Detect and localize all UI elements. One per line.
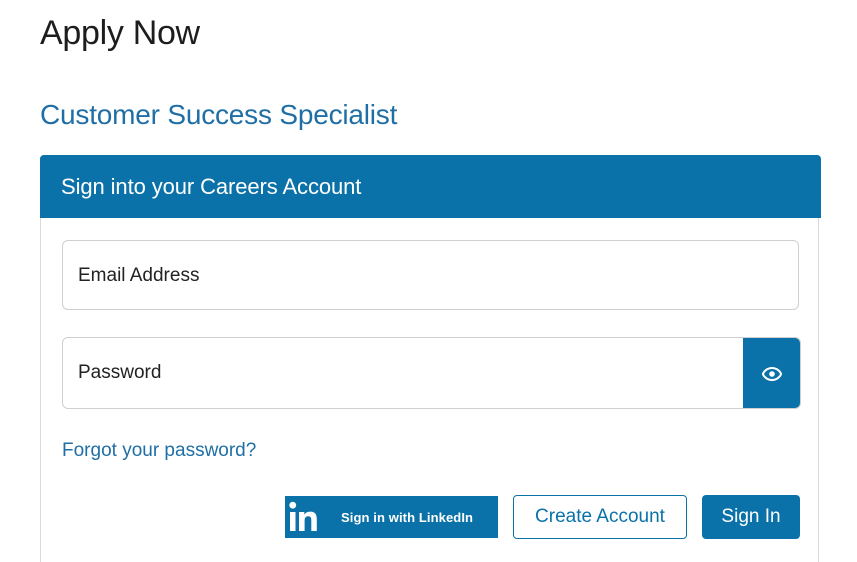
apply-page: Apply Now Customer Success Specialist Si… (0, 0, 857, 562)
linkedin-signin-button[interactable]: Sign in with LinkedIn (285, 496, 498, 538)
eye-icon (761, 367, 782, 381)
password-field-label: Password (78, 362, 162, 383)
login-card-header: Sign into your Careers Account (40, 155, 821, 218)
linkedin-signin-label: Sign in with LinkedIn (341, 509, 474, 525)
job-title: Customer Success Specialist (40, 99, 398, 130)
page-title: Apply Now (40, 14, 200, 52)
login-card: Sign into your Careers Account Email Add… (40, 155, 821, 562)
show-password-button[interactable] (743, 338, 800, 408)
login-card-title: Sign into your Careers Account (61, 174, 362, 199)
create-account-button[interactable]: Create Account (513, 495, 687, 539)
password-field[interactable]: Password (62, 337, 801, 409)
linkedin-logo-icon (287, 496, 323, 538)
email-field[interactable]: Email Address (62, 240, 799, 310)
email-field-label: Email Address (78, 265, 200, 286)
sign-in-button[interactable]: Sign In (702, 495, 800, 539)
forgot-password-link[interactable]: Forgot your password? (62, 440, 256, 462)
